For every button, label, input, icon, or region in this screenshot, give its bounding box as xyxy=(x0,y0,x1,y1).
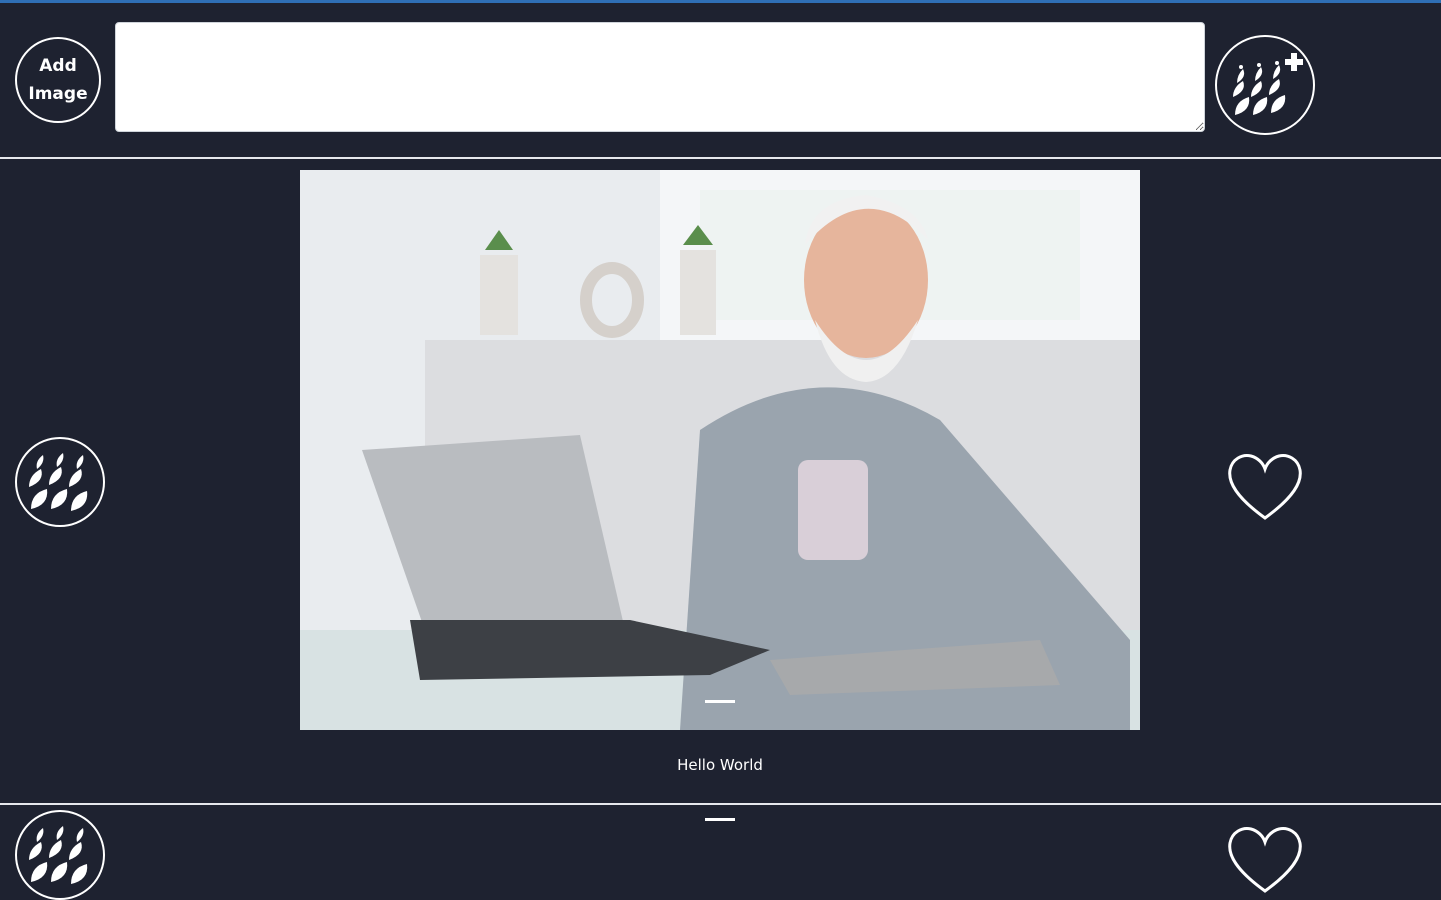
like-button[interactable] xyxy=(1226,452,1304,522)
heart-outline-icon xyxy=(1228,827,1302,893)
boat-plus-icon xyxy=(1233,53,1303,115)
boat-icon xyxy=(29,826,88,884)
add-image-button[interactable]: Add Image xyxy=(15,37,101,123)
post-boat-button-2[interactable] xyxy=(15,810,105,900)
post-photo xyxy=(300,170,1140,730)
heart-outline-icon xyxy=(1228,454,1302,520)
like-button-2[interactable] xyxy=(1226,825,1304,895)
post-caption: Hello World xyxy=(677,756,763,774)
section-divider-bottom xyxy=(0,803,1441,805)
post-composer: Add Image xyxy=(0,3,1441,158)
post-text-input[interactable] xyxy=(115,22,1205,132)
boat-icon xyxy=(29,453,88,511)
add-image-label-line1: Add xyxy=(39,56,77,76)
post-image xyxy=(300,170,1140,730)
section-divider-top xyxy=(0,157,1441,159)
carousel-indicator-next[interactable] xyxy=(705,818,735,821)
carousel-indicator-active[interactable] xyxy=(705,700,735,703)
add-post-button[interactable] xyxy=(1215,35,1315,135)
add-image-label-line2: Image xyxy=(28,84,88,104)
post-boat-button[interactable] xyxy=(15,437,105,527)
